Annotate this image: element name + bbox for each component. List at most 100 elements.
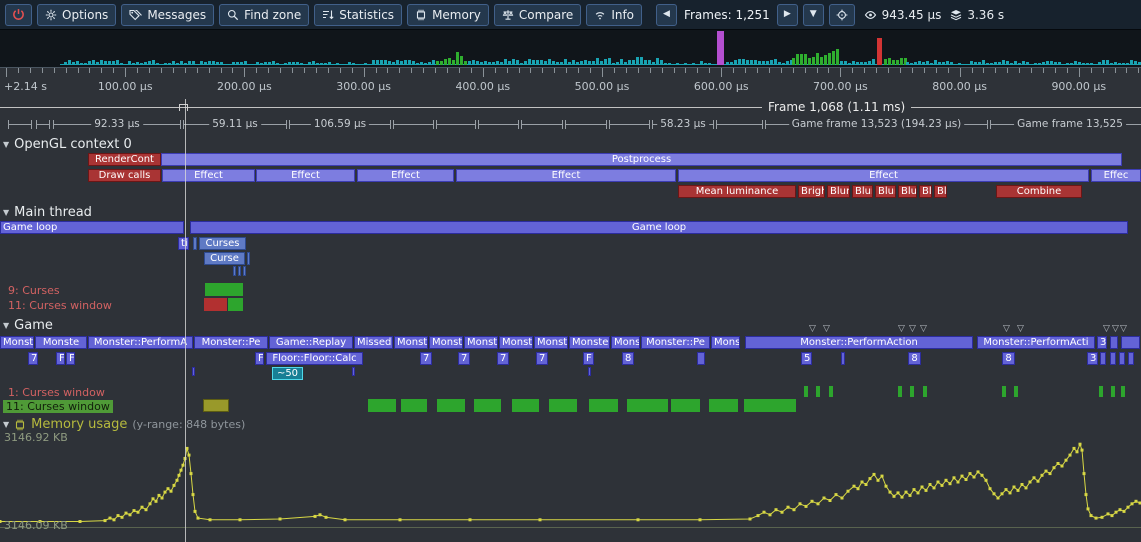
frame-bar[interactable] (344, 64, 347, 65)
frame-bar[interactable] (1078, 62, 1081, 65)
zone-bar[interactable] (205, 283, 243, 296)
zone-effect[interactable]: Effect (357, 169, 454, 182)
zone-bar[interactable] (247, 252, 250, 265)
frame-bar[interactable] (1118, 63, 1121, 65)
frame-bar[interactable] (180, 61, 183, 65)
frame-bar[interactable] (460, 56, 463, 65)
frame-bar[interactable] (734, 60, 737, 65)
zone-blur[interactable]: Blur (919, 185, 932, 198)
frame-bar[interactable] (280, 64, 283, 65)
subframe-marker[interactable]: 58.23 μs (652, 120, 714, 129)
frame-bar[interactable] (860, 62, 863, 65)
frame-bar[interactable] (1090, 63, 1093, 65)
subframe-marker[interactable] (716, 120, 763, 129)
zone-bar[interactable] (627, 399, 668, 412)
zone-bar[interactable] (1121, 386, 1125, 397)
frame-bar[interactable] (188, 61, 191, 65)
frame-bar[interactable] (620, 59, 623, 65)
zone-bar[interactable] (744, 399, 796, 412)
frame-bar[interactable] (596, 58, 599, 65)
frame-bar[interactable] (888, 58, 891, 65)
frame-bar[interactable] (496, 61, 499, 65)
frame-bar[interactable] (1082, 63, 1085, 65)
frame-bar[interactable] (80, 63, 83, 65)
frame-bar[interactable] (84, 63, 87, 65)
zone-bar[interactable] (898, 386, 902, 397)
frame-bar[interactable] (104, 61, 107, 65)
zone-monster-performacti[interactable]: Monster::PerformActi (977, 336, 1095, 349)
frame-bar[interactable] (754, 60, 757, 65)
frame-bar[interactable] (448, 58, 451, 65)
zone-3[interactable]: 3 (1087, 352, 1098, 365)
frame-bar[interactable] (1022, 61, 1025, 65)
frame-bar[interactable] (632, 60, 635, 65)
frame-bar[interactable] (116, 60, 119, 65)
zone-ti[interactable]: ti (178, 237, 189, 250)
zone-bar[interactable] (1121, 336, 1140, 349)
subframe-marker[interactable]: Game frame 13,525 (990, 120, 1141, 129)
frame-bar[interactable] (962, 64, 965, 65)
frame-bar[interactable] (978, 62, 981, 65)
frame-bar[interactable] (452, 60, 455, 65)
subframe-marker[interactable] (609, 120, 650, 129)
frame-bar[interactable] (958, 63, 961, 65)
frame-bar[interactable] (108, 61, 111, 65)
frame-bar[interactable] (1086, 63, 1089, 65)
frame-bar[interactable] (910, 63, 913, 65)
frame-bar[interactable] (136, 62, 139, 65)
zone-8[interactable]: 8 (908, 352, 921, 365)
frame-bar[interactable] (1070, 63, 1073, 65)
frame-bar[interactable] (1110, 63, 1113, 65)
frame-bar[interactable] (372, 60, 375, 65)
frame-bar[interactable] (260, 63, 263, 65)
zone-5[interactable]: 5 (801, 352, 812, 365)
frame-bar[interactable] (100, 60, 103, 65)
frame-bar[interactable] (320, 63, 323, 65)
zone-bar[interactable] (923, 386, 927, 397)
frame-bar[interactable] (922, 62, 925, 65)
zone-bar[interactable] (192, 367, 195, 376)
frame-bar[interactable] (1094, 64, 1097, 65)
zone-monst[interactable]: Monst (464, 336, 498, 349)
frame-separator-band[interactable]: Frame 1,068 (1.11 ms) (0, 99, 1141, 115)
frame-bar[interactable] (288, 62, 291, 65)
frame-bar[interactable] (592, 61, 595, 65)
frame-bar[interactable] (264, 62, 267, 65)
frame-bar[interactable] (628, 60, 631, 65)
zone-bar[interactable] (671, 399, 700, 412)
frame-bar[interactable] (1126, 63, 1129, 65)
frame-bar[interactable] (746, 60, 749, 65)
frame-bar[interactable] (252, 64, 255, 65)
frame-bar[interactable] (72, 62, 75, 65)
frame-bar[interactable] (364, 63, 367, 65)
zone-bar[interactable] (829, 386, 833, 397)
frame-bar[interactable] (1134, 61, 1137, 65)
frame-bar[interactable] (1062, 64, 1065, 65)
find-zone-button[interactable]: Find zone (219, 4, 309, 26)
frame-bar[interactable] (540, 60, 543, 65)
frame-bar[interactable] (1054, 62, 1057, 65)
frame-bar[interactable] (664, 63, 667, 65)
frame-bar[interactable] (216, 62, 219, 65)
next-frame-button[interactable]: ▶ (777, 4, 798, 26)
frame-bar[interactable] (292, 62, 295, 65)
zone-bar[interactable] (1110, 336, 1118, 349)
zone-effec[interactable]: Effec (1091, 169, 1141, 182)
frame-bar[interactable] (172, 61, 175, 65)
zone-bar[interactable]: ▽ (909, 325, 916, 334)
zone-bar[interactable] (233, 266, 236, 276)
frame-bar[interactable] (472, 60, 475, 65)
frame-bar[interactable] (1102, 60, 1105, 65)
frame-bar[interactable] (204, 62, 207, 65)
zone-bar[interactable] (193, 237, 197, 250)
subframe-marker[interactable]: 59.11 μs (183, 120, 287, 129)
frame-bar[interactable] (918, 61, 921, 65)
frame-bar[interactable] (700, 61, 703, 65)
frame-bar[interactable] (680, 64, 683, 65)
zone-bar[interactable]: ▽ (809, 325, 816, 334)
frame-bar[interactable] (1074, 61, 1077, 65)
frame-bar[interactable] (504, 59, 507, 65)
frame-bar[interactable] (132, 63, 135, 65)
frame-bar[interactable] (168, 63, 171, 65)
zone-monste[interactable]: Monste (569, 336, 610, 349)
